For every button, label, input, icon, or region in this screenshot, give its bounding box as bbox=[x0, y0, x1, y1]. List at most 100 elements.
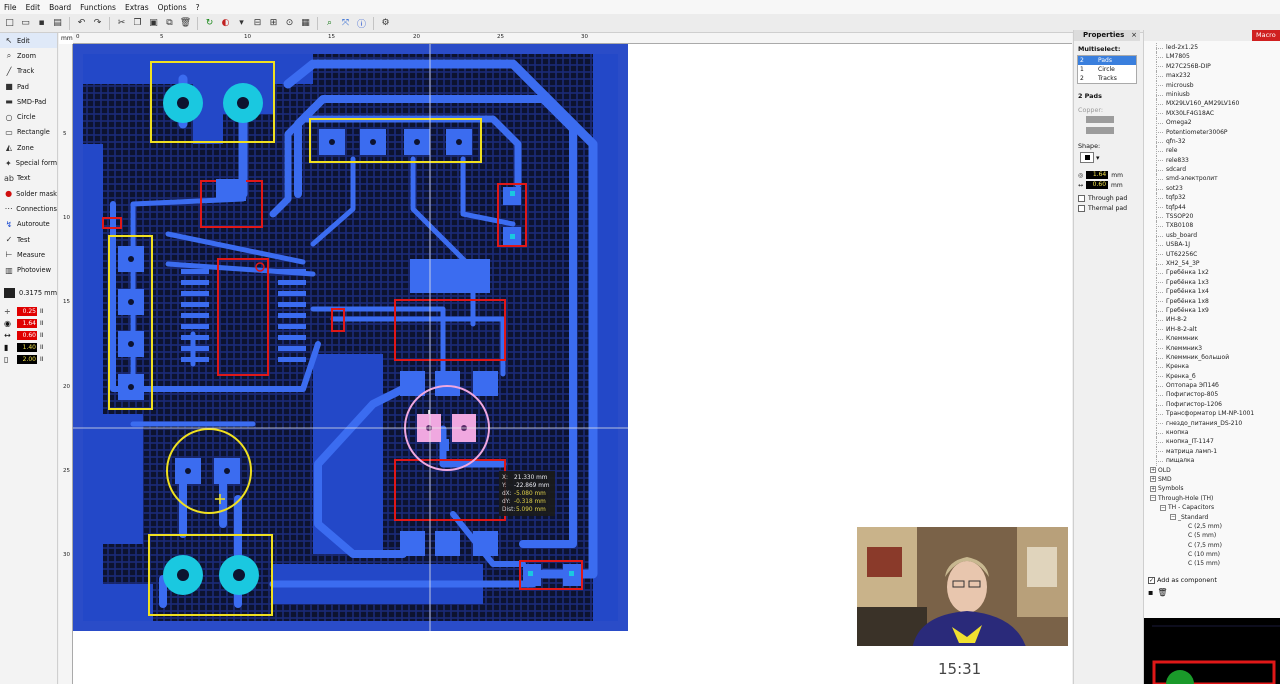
chevron-down-icon[interactable]: ▾ bbox=[1096, 154, 1100, 162]
checkbox-icon[interactable] bbox=[1078, 205, 1085, 212]
collapse-icon[interactable]: − bbox=[1170, 514, 1176, 521]
mirror-icon[interactable]: ◐ bbox=[219, 17, 232, 30]
macro-item[interactable]: Клеммник_большой bbox=[1144, 352, 1280, 363]
macro-tree-node[interactable]: − Through-Hole (TH) bbox=[1144, 494, 1280, 503]
tool-special-form[interactable]: ✦ Special form bbox=[0, 155, 57, 170]
multiselect-item[interactable]: 2 Pads bbox=[1078, 56, 1136, 65]
param-value-field[interactable]: 2.00 bbox=[17, 355, 37, 365]
macro-item[interactable]: Omega2 bbox=[1144, 118, 1280, 128]
save-icon[interactable]: ▪ bbox=[1148, 588, 1153, 597]
macro-item[interactable]: Оптопара ЭП14б bbox=[1144, 381, 1280, 391]
tool-solder-mask[interactable]: ● Solder mask bbox=[0, 186, 57, 201]
macro-item[interactable]: TXB0108 bbox=[1144, 221, 1280, 231]
fit-icon[interactable]: ⤧ bbox=[339, 17, 352, 30]
expand-icon[interactable]: + bbox=[1150, 476, 1156, 483]
cut-icon[interactable]: ✂ bbox=[115, 17, 128, 30]
macro-tree-node[interactable]: + OLD bbox=[1144, 466, 1280, 475]
multiselect-item[interactable]: 2 Tracks bbox=[1078, 74, 1136, 83]
macro-item[interactable]: ИН-8-2-alt bbox=[1144, 324, 1280, 335]
macro-item[interactable]: Гребёнка 1x8 bbox=[1144, 296, 1280, 306]
macro-item[interactable]: MX29LV160_AM29LV160 bbox=[1144, 99, 1280, 109]
align-icon[interactable]: ▾ bbox=[235, 17, 248, 30]
inner-diameter-field[interactable]: 0.60 bbox=[1086, 181, 1109, 189]
macro-item[interactable]: miniusb bbox=[1144, 89, 1280, 100]
open-folder-icon[interactable]: ▭ bbox=[19, 17, 32, 30]
zoom-icon[interactable]: ⌕ bbox=[323, 17, 336, 30]
menu-item-file[interactable]: File bbox=[4, 3, 17, 12]
macro-item[interactable]: пищалка bbox=[1144, 456, 1280, 466]
copy-icon[interactable]: ❐ bbox=[131, 17, 144, 30]
macro-item[interactable]: UT62256C bbox=[1144, 249, 1280, 259]
tool-connections[interactable]: ⋯ Connections bbox=[0, 201, 57, 216]
tool-test[interactable]: ✓ Test bbox=[0, 232, 57, 247]
macro-tree-node[interactable]: C (10 mm) bbox=[1144, 550, 1280, 559]
ungroup-icon[interactable]: ⊞ bbox=[267, 17, 280, 30]
macro-item[interactable]: матрица ламп-1 bbox=[1144, 446, 1280, 457]
macro-item[interactable]: sot23 bbox=[1144, 183, 1280, 194]
paste-icon[interactable]: ▣ bbox=[147, 17, 160, 30]
thermal-pad-checkbox[interactable]: Thermal pad bbox=[1074, 205, 1140, 212]
macro-item[interactable]: smd-электролит bbox=[1144, 174, 1280, 184]
macro-item[interactable]: Клеммник bbox=[1144, 334, 1280, 344]
expand-icon[interactable]: + bbox=[1150, 467, 1156, 474]
macro-tree[interactable]: led-2x1.25 LM7805 M27C256B-DIP max232 microu… bbox=[1144, 43, 1280, 603]
checkbox-checked-icon[interactable]: ✓ bbox=[1148, 576, 1155, 584]
menu-item-functions[interactable]: Functions bbox=[80, 3, 116, 12]
delete-icon[interactable]: 🗑 bbox=[179, 17, 192, 30]
macro-tree-node[interactable]: C (7,5 mm) bbox=[1144, 541, 1280, 550]
undo-icon[interactable]: ↶ bbox=[75, 17, 88, 30]
macro-item[interactable]: Трансформатор LM-NP-1001 bbox=[1144, 409, 1280, 419]
shape-selector[interactable]: ▾ bbox=[1074, 152, 1140, 163]
menu-item-extras[interactable]: Extras bbox=[125, 3, 149, 12]
macro-item[interactable]: Potentiometer3006P bbox=[1144, 127, 1280, 137]
macro-item[interactable]: tqfp44 bbox=[1144, 202, 1280, 213]
multiselect-list[interactable]: 2 Pads 1 Circle 2 Tracks bbox=[1077, 55, 1137, 84]
expand-icon[interactable]: + bbox=[1150, 485, 1156, 492]
settings-gear-icon[interactable]: ⚙ bbox=[379, 17, 392, 30]
macro-item[interactable]: гнездо_питания_DS-210 bbox=[1144, 418, 1280, 429]
macro-tree-node[interactable]: + SMD bbox=[1144, 475, 1280, 484]
macro-tree-node[interactable]: − TH - Capacitors bbox=[1144, 503, 1280, 512]
menu-item--[interactable]: ? bbox=[196, 3, 200, 12]
duplicate-icon[interactable]: ⧉ bbox=[163, 17, 176, 30]
menu-item-board[interactable]: Board bbox=[49, 3, 71, 12]
copper-layer-swatch-2[interactable] bbox=[1086, 127, 1114, 134]
macro-item[interactable]: usb_board bbox=[1144, 230, 1280, 241]
macro-item[interactable]: Гребёнка 1x9 bbox=[1144, 305, 1280, 316]
param-value-field[interactable]: 0.25 bbox=[17, 307, 37, 317]
tool-text[interactable]: ab Text bbox=[0, 171, 57, 186]
macro-item[interactable]: sdcard bbox=[1144, 165, 1280, 175]
macro-item[interactable]: Пофигистор-805 bbox=[1144, 390, 1280, 400]
grid-selector[interactable]: 0.3175 mm bbox=[0, 286, 57, 300]
tool-rectangle[interactable]: ▭ Rectangle bbox=[0, 125, 57, 140]
rotate-icon[interactable]: ↻ bbox=[203, 17, 216, 30]
macro-item[interactable]: rele833 bbox=[1144, 155, 1280, 166]
tool-track[interactable]: ╱ Track bbox=[0, 64, 57, 79]
macro-item[interactable]: кнопка bbox=[1144, 428, 1280, 438]
macro-item[interactable]: XH2_54_3P bbox=[1144, 258, 1280, 269]
save-icon[interactable]: ▪ bbox=[35, 17, 48, 30]
tool-pad[interactable]: ■ Pad bbox=[0, 79, 57, 94]
close-icon[interactable]: × bbox=[1131, 30, 1137, 41]
macro-item[interactable]: qfn-32 bbox=[1144, 136, 1280, 147]
new-file-icon[interactable]: □ bbox=[3, 17, 16, 30]
redo-icon[interactable]: ↷ bbox=[91, 17, 104, 30]
info-icon[interactable]: ⓘ bbox=[355, 17, 368, 30]
delete-icon[interactable]: 🗑 bbox=[1157, 588, 1167, 597]
menu-item-options[interactable]: Options bbox=[158, 3, 187, 12]
param-value-field[interactable]: 1.64 bbox=[17, 319, 37, 329]
macro-item[interactable]: max232 bbox=[1144, 71, 1280, 81]
param-value-field[interactable]: 1.40 bbox=[17, 343, 37, 353]
collapse-icon[interactable]: − bbox=[1160, 504, 1166, 511]
tool-autoroute[interactable]: ↯ Autoroute bbox=[0, 217, 57, 232]
tool-zone[interactable]: ◭ Zone bbox=[0, 140, 57, 155]
snap-icon[interactable]: ⊙ bbox=[283, 17, 296, 30]
macro-item[interactable]: TSSOP20 bbox=[1144, 212, 1280, 222]
tool-edit[interactable]: ↖ Edit bbox=[0, 33, 57, 49]
tool-circle[interactable]: ○ Circle bbox=[0, 109, 57, 124]
group-icon[interactable]: ⊟ bbox=[251, 17, 264, 30]
macro-tree-node[interactable]: − _Standard bbox=[1144, 513, 1280, 522]
macro-item[interactable]: Пофигистор-1206 bbox=[1144, 399, 1280, 410]
macro-item[interactable]: Кренка_б bbox=[1144, 371, 1280, 382]
outer-diameter-field[interactable]: 1.64 bbox=[1086, 171, 1109, 179]
